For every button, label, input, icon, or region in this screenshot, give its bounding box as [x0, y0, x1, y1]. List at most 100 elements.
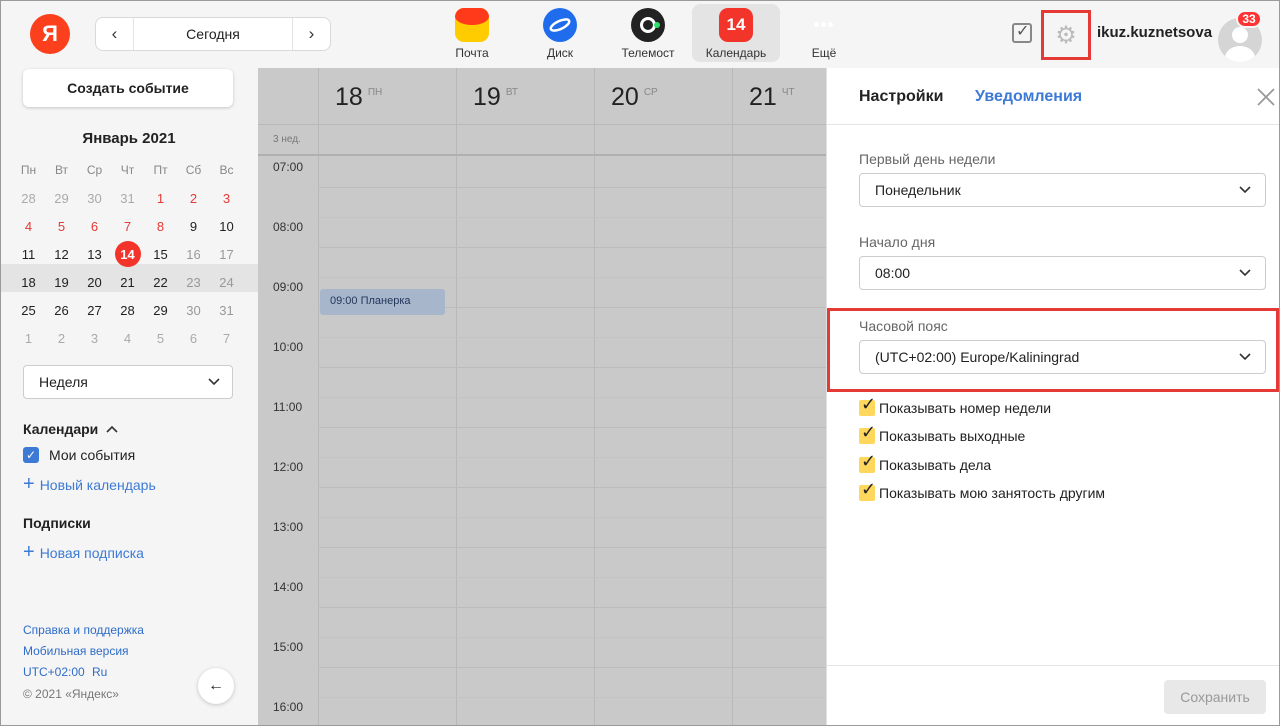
checkbox-checked-icon[interactable]	[859, 394, 876, 416]
telemost-icon	[631, 8, 665, 42]
view-select-value: Неделя	[39, 374, 88, 390]
day-cell[interactable]: 8	[144, 212, 177, 240]
app-disk[interactable]: Диск	[516, 4, 604, 62]
day-cell[interactable]: 23	[177, 268, 210, 296]
day-cell[interactable]: 9	[177, 212, 210, 240]
app-more[interactable]: ••• Ещё	[780, 4, 868, 62]
app-telemost[interactable]: Телемост	[604, 4, 692, 62]
collapse-sidebar-button[interactable]: ←	[198, 668, 234, 704]
hour-line	[318, 247, 826, 248]
day-cell[interactable]: 1	[144, 184, 177, 212]
mini-week-row: 11 12 13 14 15 16 17	[12, 240, 244, 268]
first-day-value: Понедельник	[875, 182, 961, 198]
day-cell[interactable]: 26	[45, 296, 78, 324]
calendar-event[interactable]: 09:00 Планерка	[320, 289, 445, 315]
next-week-button[interactable]: ›	[292, 18, 330, 50]
day-cell[interactable]: 2	[177, 184, 210, 212]
day-start-select[interactable]: 08:00	[859, 256, 1266, 290]
tab-notifications[interactable]: Уведомления	[975, 88, 1082, 106]
save-button[interactable]: Сохранить	[1164, 680, 1266, 714]
mobile-version-link[interactable]: Мобильная версия	[23, 644, 129, 658]
day-header[interactable]: 21 ЧТ	[733, 68, 826, 124]
day-cell[interactable]: 29	[45, 184, 78, 212]
day-header[interactable]: 19 ВТ	[457, 68, 594, 124]
day-cell[interactable]: 21	[111, 268, 144, 296]
checkbox-checked-icon[interactable]: ✓	[23, 447, 39, 463]
day-cell[interactable]: 28	[111, 296, 144, 324]
day-cell[interactable]: 27	[78, 296, 111, 324]
app-mail[interactable]: Почта	[428, 4, 516, 62]
day-cell[interactable]: 31	[210, 296, 243, 324]
day-cell[interactable]: 30	[177, 296, 210, 324]
app-calendar[interactable]: 14 Календарь	[692, 4, 780, 62]
day-cell[interactable]: 13	[78, 240, 111, 268]
calendars-section-title[interactable]: Календари	[23, 421, 118, 437]
day-cell[interactable]: 3	[210, 184, 243, 212]
mini-week-row: 28 29 30 31 1 2 3	[12, 184, 244, 212]
day-cell[interactable]: 1	[12, 324, 45, 352]
settings-gear-icon[interactable]: ⚙	[1041, 10, 1091, 60]
day-cell[interactable]: 12	[45, 240, 78, 268]
language-link[interactable]: Ru	[92, 665, 107, 679]
day-cell[interactable]: 19	[45, 268, 78, 296]
mini-week-row: 25 26 27 28 29 30 31	[12, 296, 244, 324]
today-button[interactable]: Сегодня	[134, 18, 292, 50]
new-calendar-label: Новый календарь	[39, 476, 156, 493]
day-cell[interactable]: 7	[111, 212, 144, 240]
day-cell[interactable]: 20	[78, 268, 111, 296]
day-cell[interactable]: 29	[144, 296, 177, 324]
new-subscription-link[interactable]: + Новая подписка	[23, 541, 144, 564]
show-tasks-checkbox[interactable]: Показывать дела	[859, 451, 991, 473]
day-cell[interactable]: 25	[12, 296, 45, 324]
day-cell[interactable]: 2	[45, 324, 78, 352]
day-header[interactable]: 20 СР	[595, 68, 732, 124]
day-cell[interactable]: 24	[210, 268, 243, 296]
app-header: Я ‹ Сегодня › Почта Диск Телемост 14 Кал…	[0, 0, 1280, 68]
view-select[interactable]: Неделя	[23, 365, 233, 399]
day-cell[interactable]: 31	[111, 184, 144, 212]
hour-line	[318, 487, 826, 488]
day-cell[interactable]: 6	[78, 212, 111, 240]
day-header[interactable]: 18 ПН	[319, 68, 456, 124]
first-day-select[interactable]: Понедельник	[859, 173, 1266, 207]
checkbox-checked-icon[interactable]	[859, 422, 876, 444]
yandex-logo[interactable]: Я	[30, 14, 70, 54]
day-cell[interactable]: 6	[177, 324, 210, 352]
username[interactable]: ikuz.kuznetsova	[1097, 24, 1212, 41]
day-cell[interactable]: 22	[144, 268, 177, 296]
day-cell[interactable]: 7	[210, 324, 243, 352]
show-week-number-checkbox[interactable]: Показывать номер недели	[859, 394, 1051, 416]
day-cell[interactable]: 11	[12, 240, 45, 268]
close-icon[interactable]	[1257, 82, 1275, 113]
checkbox-checked-icon[interactable]	[859, 479, 876, 501]
prev-week-button[interactable]: ‹	[96, 18, 134, 50]
sidebar: Создать событие Январь 2021 Пн Вт Ср Чт …	[0, 68, 258, 726]
day-cell[interactable]: 4	[12, 212, 45, 240]
day-cell[interactable]: 3	[78, 324, 111, 352]
day-cell[interactable]: 5	[144, 324, 177, 352]
day-cell[interactable]: 18	[12, 268, 45, 296]
day-cell[interactable]: 16	[177, 240, 210, 268]
weekday-label: Ср	[86, 163, 103, 177]
calendar-my-events[interactable]: ✓ Мои события	[23, 447, 135, 463]
day-cell[interactable]: 5	[45, 212, 78, 240]
day-cell-today[interactable]: 14	[111, 240, 144, 268]
mini-calendar-title[interactable]: Январь 2021	[0, 130, 258, 147]
timezone-link[interactable]: UTC+02:00	[23, 665, 85, 679]
day-cell[interactable]: 28	[12, 184, 45, 212]
tab-settings[interactable]: Настройки	[859, 88, 943, 106]
new-calendar-link[interactable]: + Новый календарь	[23, 473, 156, 496]
day-cell[interactable]: 4	[111, 324, 144, 352]
show-weekends-checkbox[interactable]: Показывать выходные	[859, 422, 1025, 444]
day-cell[interactable]: 10	[210, 212, 243, 240]
create-event-button[interactable]: Создать событие	[23, 69, 233, 107]
show-busy-checkbox[interactable]: Показывать мою занятость другим	[859, 479, 1105, 501]
app-label: Телемост	[621, 46, 675, 60]
tasks-icon[interactable]	[1012, 21, 1032, 43]
checkbox-checked-icon[interactable]	[859, 451, 876, 473]
day-cell[interactable]: 17	[210, 240, 243, 268]
day-cell[interactable]: 15	[144, 240, 177, 268]
help-link[interactable]: Справка и поддержка	[23, 623, 144, 637]
timezone-select[interactable]: (UTC+02:00) Europe/Kaliningrad	[859, 340, 1266, 374]
day-cell[interactable]: 30	[78, 184, 111, 212]
